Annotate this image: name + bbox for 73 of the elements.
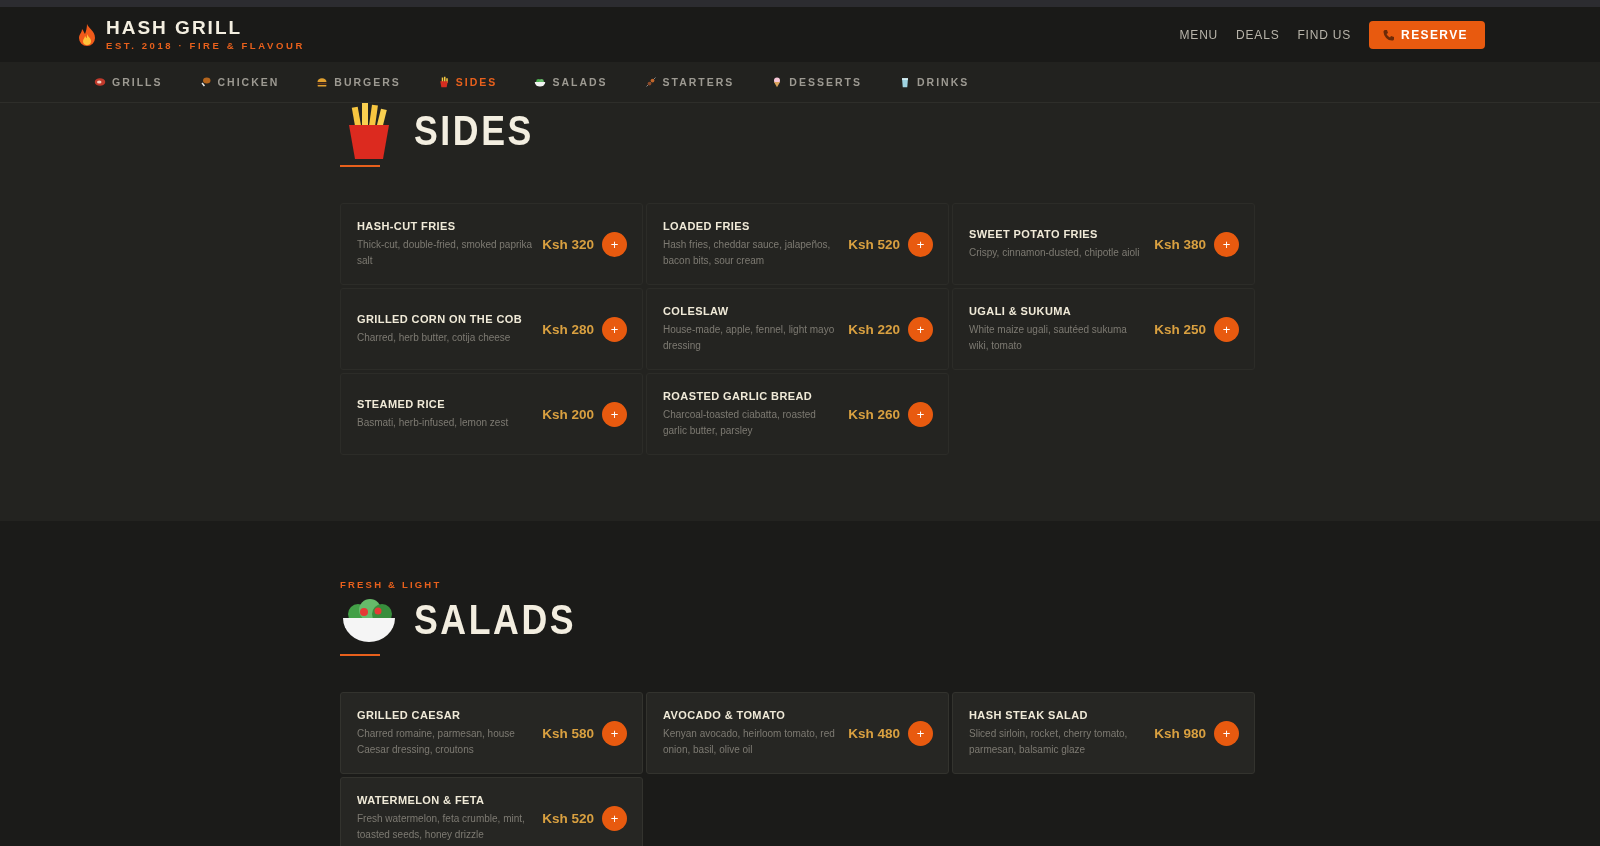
item-price: Ksh 580: [542, 725, 594, 741]
item-price: Ksh 520: [848, 236, 900, 252]
item-price: Ksh 480: [848, 725, 900, 741]
item-description: Kenyan avocado, heirloom tomato, red onion, basil, olive oil: [663, 726, 836, 757]
item-price: Ksh 520: [542, 810, 594, 826]
nav-link[interactable]: DEALS: [1236, 27, 1280, 42]
item-price: Ksh 980: [1154, 725, 1206, 741]
item-name: LOADED FRIES: [663, 219, 751, 232]
item-name: AVOCADO & TOMATO: [663, 708, 787, 721]
item-name: GRILLED CAESAR: [357, 708, 462, 721]
reserve-button[interactable]: RESERVE: [1369, 20, 1485, 49]
item-name: SWEET POTATO FRIES: [969, 227, 1099, 240]
add-button[interactable]: +: [602, 231, 627, 257]
add-button[interactable]: +: [602, 720, 627, 746]
steak-icon: [94, 76, 106, 88]
item-description: Charred romaine, parmesan, house Caesar dressing, croutons: [357, 726, 516, 757]
item-price: Ksh 260: [848, 406, 900, 422]
fries-icon: [437, 76, 450, 88]
brand-name: HASH GRILL: [106, 18, 244, 37]
add-button[interactable]: +: [602, 805, 627, 831]
phone-icon: [1383, 28, 1396, 41]
nav-link[interactable]: FIND US: [1297, 27, 1352, 42]
item-name: ROASTED GARLIC BREAD: [663, 389, 814, 402]
item-description: House-made, apple, fennel, light mayo dressing: [663, 322, 836, 353]
item-description: Fresh watermelon, feta crumble, mint, toasted seeds, honey drizzle: [357, 811, 526, 842]
add-button[interactable]: +: [1214, 720, 1239, 746]
category-tab[interactable]: SALADS: [534, 72, 608, 92]
flame-icon: [78, 23, 96, 46]
skewer-icon: [644, 76, 657, 88]
nav-link[interactable]: MENU: [1179, 27, 1219, 42]
item-name: HASH-CUT FRIES: [357, 219, 457, 232]
category-tab[interactable]: DESSERTS: [771, 72, 862, 92]
add-button[interactable]: +: [602, 316, 627, 342]
salad-bowl-icon: [534, 76, 547, 88]
add-button[interactable]: +: [908, 231, 933, 257]
category-tab[interactable]: BURGERS: [316, 72, 401, 92]
add-button[interactable]: +: [1214, 231, 1239, 257]
category-tab[interactable]: GRILLS: [94, 72, 163, 92]
tagline: EST. 2018 · FIRE & FLAVOUR: [106, 40, 305, 51]
item-description: Charred, herb butter, cotija cheese: [357, 330, 512, 345]
item-name: HASH STEAK SALAD: [969, 708, 1089, 721]
item-description: Hash fries, cheddar sauce, jalapeños, bacon bits, sour cream: [663, 237, 832, 268]
add-button[interactable]: +: [908, 720, 933, 746]
section-title: SALADS: [414, 596, 577, 644]
item-price: Ksh 250: [1154, 321, 1206, 337]
item-name: UGALI & SUKUMA: [969, 304, 1073, 317]
item-price: Ksh 200: [542, 406, 594, 422]
item-price: Ksh 380: [1154, 236, 1206, 252]
section-eyebrow: FRESH & LIGHT: [340, 579, 443, 590]
drumstick-icon: [199, 76, 212, 88]
category-tab[interactable]: STARTERS: [644, 72, 735, 92]
item-name: GRILLED CORN ON THE COB: [357, 312, 524, 325]
add-button[interactable]: +: [908, 316, 933, 342]
item-name: COLESLAW: [663, 304, 730, 317]
category-tab[interactable]: CHICKEN: [199, 72, 280, 92]
section-title: SIDES: [414, 107, 534, 155]
item-price: Ksh 280: [542, 321, 594, 337]
item-description: Sliced sirloin, rocket, cherry tomato, parmesan, balsamic glaze: [969, 726, 1129, 757]
item-description: White maize ugali, sautéed sukuma wiki, tomato: [969, 322, 1128, 353]
category-tab[interactable]: DRINKS: [898, 72, 970, 92]
add-button[interactable]: +: [602, 401, 627, 427]
item-description: Charcoal-toasted ciabatta, roasted garlic butter, parsley: [663, 407, 817, 438]
add-button[interactable]: +: [1214, 316, 1239, 342]
category-tab[interactable]: SIDES: [437, 72, 498, 92]
item-name: WATERMELON & FETA: [357, 793, 486, 806]
item-description: Thick-cut, double-fried, smoked paprika salt: [357, 237, 534, 268]
add-button[interactable]: +: [908, 401, 933, 427]
item-description: Basmati, herb-infused, lemon zest: [357, 415, 510, 430]
item-description: Crispy, cinnamon-dusted, chipotle aioli: [969, 245, 1141, 260]
item-name: STEAMED RICE: [357, 397, 446, 410]
item-price: Ksh 320: [542, 236, 594, 252]
burger-icon: [316, 76, 329, 88]
item-price: Ksh 220: [848, 321, 900, 337]
